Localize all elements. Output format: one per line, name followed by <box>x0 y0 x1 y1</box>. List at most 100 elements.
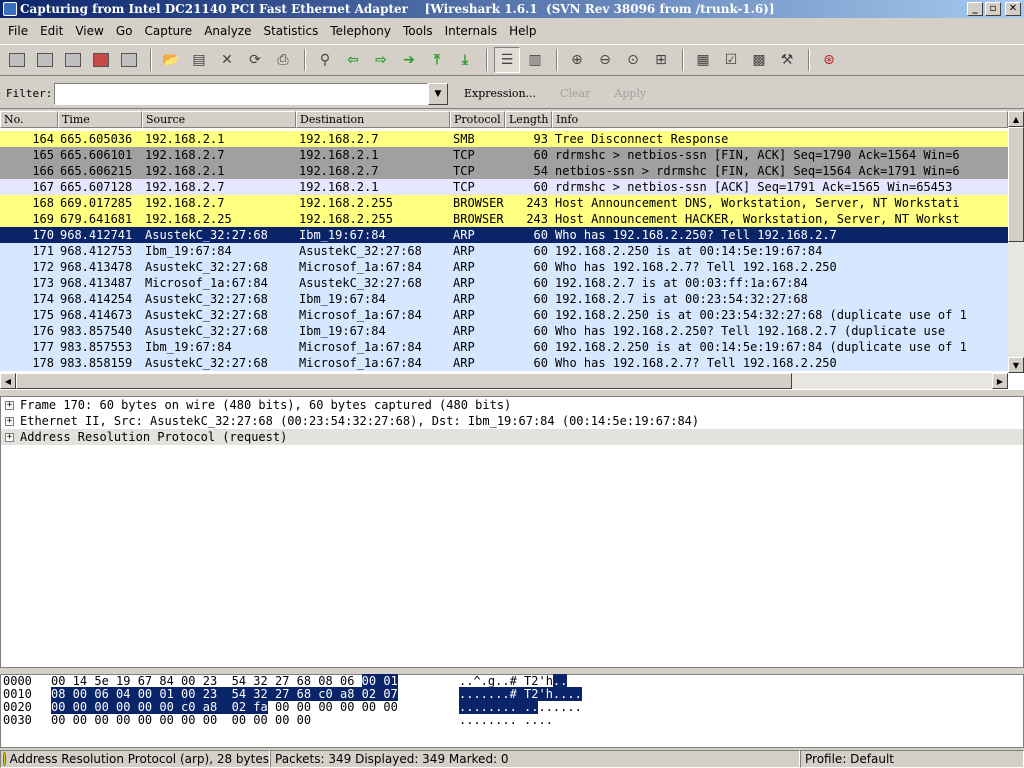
print-icon[interactable]: ⎙ <box>270 47 296 73</box>
apply-button[interactable]: Apply <box>606 87 654 100</box>
capture-filters-icon[interactable]: ▦ <box>690 47 716 73</box>
column-header-length[interactable]: Length <box>505 111 552 128</box>
go-back-icon[interactable]: ⇦ <box>340 47 366 73</box>
packet-row[interactable]: 165 665.606101 192.168.2.7 192.168.2.1 TCP 60… <box>0 147 1008 163</box>
status-profile[interactable]: Profile: Default <box>800 750 1024 768</box>
byte-row[interactable]: 0030 00 00 00 00 00 00 00 00 00 00 00 00.… <box>1 714 1023 727</box>
detail-tree-label: Frame 170: 60 bytes on wire (480 bits), … <box>20 398 512 412</box>
expert-info-icon[interactable] <box>3 752 6 766</box>
detail-tree-row[interactable]: + Address Resolution Protocol (request) <box>1 429 1023 445</box>
column-header-protocol[interactable]: Protocol <box>450 111 505 128</box>
menu-go[interactable]: Go <box>110 20 139 42</box>
column-header-info[interactable]: Info <box>552 111 1008 128</box>
start-capture-icon[interactable] <box>60 47 86 73</box>
resize-columns-icon[interactable]: ⊞ <box>648 47 674 73</box>
scroll-up-icon[interactable]: ▲ <box>1008 111 1024 127</box>
menu-edit[interactable]: Edit <box>34 20 69 42</box>
scroll-left-icon[interactable]: ◀ <box>0 373 16 389</box>
minimize-button[interactable]: _ <box>967 2 983 16</box>
packet-cell-no: 169 <box>32 212 54 226</box>
horizontal-scroll-thumb[interactable] <box>16 373 792 389</box>
open-file-icon[interactable]: 📂 <box>158 47 184 73</box>
packet-cell-dst: AsustekC_32:27:68 <box>299 276 422 290</box>
byte-text: ..^.g..# T2'h <box>459 674 553 688</box>
clear-button[interactable]: Clear <box>552 87 598 100</box>
stop-capture-icon[interactable] <box>88 47 114 73</box>
auto-scroll-icon[interactable]: ▥ <box>522 47 548 73</box>
go-to-packet-icon[interactable]: ➔ <box>396 47 422 73</box>
column-header-destination[interactable]: Destination <box>296 111 450 128</box>
packet-cell-proto: ARP <box>453 292 475 306</box>
packet-row[interactable]: 172 968.413478 AsustekC_32:27:68 Microsof_1… <box>0 259 1008 275</box>
interfaces-icon[interactable] <box>4 47 30 73</box>
expand-icon[interactable]: + <box>5 416 14 426</box>
expand-icon[interactable]: + <box>5 400 14 410</box>
pane-splitter[interactable] <box>0 390 1024 395</box>
packet-row[interactable]: 178 983.858159 AsustekC_32:27:68 Microsof_1… <box>0 355 1008 371</box>
expand-icon[interactable]: + <box>5 432 14 442</box>
packet-row[interactable]: 168 669.017285 192.168.2.7 192.168.2.255 BRO… <box>0 195 1008 211</box>
close-file-icon[interactable]: ✕ <box>214 47 240 73</box>
status-bar: Address Resolution Protocol (arp), 28 by… <box>0 750 1024 768</box>
packet-row[interactable]: 173 968.413487 Microsof_1a:67:84 AsustekC_3… <box>0 275 1008 291</box>
maximize-button[interactable]: ▫ <box>985 2 1001 16</box>
vertical-scroll-thumb[interactable] <box>1008 127 1024 242</box>
packet-row[interactable]: 167 665.607128 192.168.2.7 192.168.2.1 TCP 60… <box>0 179 1008 195</box>
column-header-no[interactable]: No. <box>0 111 58 128</box>
packet-row[interactable]: 169 679.641681 192.168.2.25 192.168.2.255 BR… <box>0 211 1008 227</box>
menu-help[interactable]: Help <box>503 20 542 42</box>
coloring-rules-icon[interactable]: ▩ <box>746 47 772 73</box>
packet-row[interactable]: 164 665.605036 192.168.2.1 192.168.2.7 SMB 93… <box>0 131 1008 147</box>
find-packet-icon[interactable]: ⚲ <box>312 47 338 73</box>
preferences-icon[interactable]: ⚒ <box>774 47 800 73</box>
packet-cell-info: netbios-ssn > rdrmshc [FIN, ACK] Seq=156… <box>555 164 960 178</box>
filter-dropdown-button[interactable]: ▼ <box>428 82 448 105</box>
packet-row[interactable]: 176 983.857540 AsustekC_32:27:68 Ibm_19:67:… <box>0 323 1008 339</box>
save-file-icon[interactable]: ▤ <box>186 47 212 73</box>
packet-row[interactable]: 175 968.414673 AsustekC_32:27:68 Microsof_1… <box>0 307 1008 323</box>
column-header-source[interactable]: Source <box>142 111 296 128</box>
scroll-down-icon[interactable]: ▼ <box>1008 357 1024 373</box>
menu-analyze[interactable]: Analyze <box>198 20 257 42</box>
packet-row[interactable]: 170 968.412741 AsustekC_32:27:68 Ibm_19:67:… <box>0 227 1008 243</box>
packet-row[interactable]: 166 665.606215 192.168.2.1 192.168.2.7 TCP 54… <box>0 163 1008 179</box>
packet-cell-time: 983.857553 <box>60 340 133 354</box>
packet-row[interactable]: 174 968.414254 AsustekC_32:27:68 Ibm_19:67:… <box>0 291 1008 307</box>
go-forward-icon[interactable]: ⇨ <box>368 47 394 73</box>
pane-splitter[interactable] <box>0 668 1024 673</box>
packet-cell-proto: TCP <box>453 148 475 162</box>
packet-row[interactable]: 171 968.412753 Ibm_19:67:84 AsustekC_32:27:… <box>0 243 1008 259</box>
menu-capture[interactable]: Capture <box>138 20 198 42</box>
status-protocol-info: Address Resolution Protocol (arp), 28 by… <box>9 752 269 766</box>
packet-cell-proto: ARP <box>453 340 475 354</box>
restart-capture-icon[interactable] <box>116 47 142 73</box>
packet-row[interactable]: 177 983.857553 Ibm_19:67:84 Microsof_1a:67:… <box>0 339 1008 355</box>
menu-file[interactable]: File <box>2 20 34 42</box>
filter-input[interactable] <box>54 82 428 105</box>
display-filters-icon[interactable]: ☑ <box>718 47 744 73</box>
colorize-icon[interactable]: ☰ <box>494 47 520 73</box>
zoom-normal-icon[interactable]: ⊙ <box>620 47 646 73</box>
filter-label: Filter: <box>6 87 53 100</box>
detail-tree-row[interactable]: + Ethernet II, Src: AsustekC_32:27:68 (00… <box>1 413 1023 429</box>
menu-internals[interactable]: Internals <box>439 20 504 42</box>
menu-telephony[interactable]: Telephony <box>324 20 397 42</box>
detail-tree-row[interactable]: + Frame 170: 60 bytes on wire (480 bits),… <box>1 397 1023 413</box>
packet-cell-proto: ARP <box>453 324 475 338</box>
menu-view[interactable]: View <box>69 20 109 42</box>
menu-tools[interactable]: Tools <box>397 20 439 42</box>
capture-options-icon[interactable] <box>32 47 58 73</box>
menu-statistics[interactable]: Statistics <box>257 20 324 42</box>
column-header-time[interactable]: Time <box>58 111 142 128</box>
packet-list-horizontal-scrollbar[interactable]: ◀ ▶ <box>0 373 1008 389</box>
go-first-packet-icon[interactable]: ⤒ <box>424 47 450 73</box>
packet-list-vertical-scrollbar[interactable]: ▲ ▼ <box>1008 111 1024 373</box>
expression-button[interactable]: Expression... <box>456 87 544 100</box>
reload-icon[interactable]: ⟳ <box>242 47 268 73</box>
zoom-out-icon[interactable]: ⊖ <box>592 47 618 73</box>
zoom-in-icon[interactable]: ⊕ <box>564 47 590 73</box>
scroll-right-icon[interactable]: ▶ <box>992 373 1008 389</box>
close-button[interactable]: ✕ <box>1005 2 1021 16</box>
help-icon[interactable]: ⊛ <box>816 47 842 73</box>
go-last-packet-icon[interactable]: ⤓ <box>452 47 478 73</box>
